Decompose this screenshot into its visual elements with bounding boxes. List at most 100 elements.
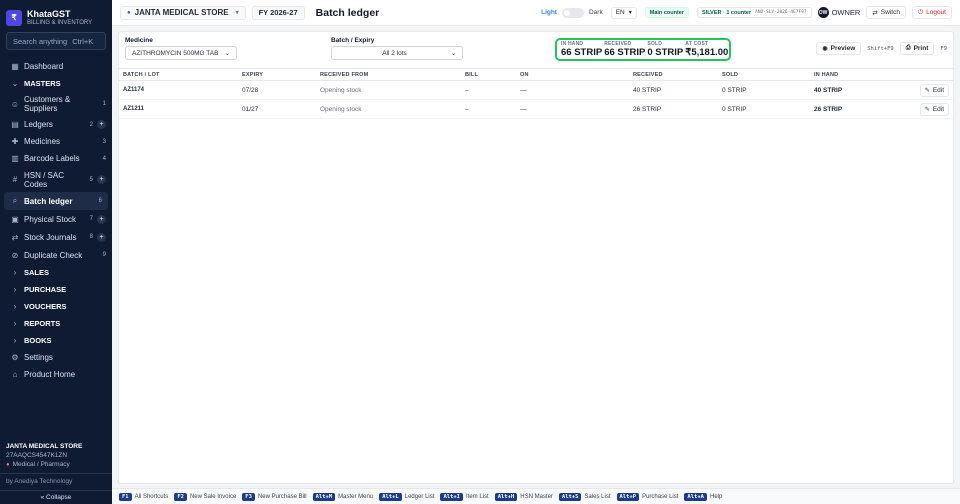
sidebar-item-label: Ledgers	[24, 120, 53, 129]
add-icon[interactable]: +	[97, 175, 106, 184]
edit-button[interactable]: ✎ Edit	[919, 102, 949, 116]
shortcut-ledger-list[interactable]: Alt+L Ledger List	[379, 492, 435, 501]
summary-value: 66 STRIP	[604, 47, 646, 58]
shortcut-new-purchase-bill[interactable]: F3 New Purchase Bill	[242, 492, 307, 501]
add-icon[interactable]: +	[97, 120, 106, 129]
shortcut-purchase-list[interactable]: Alt+P Purchase List	[616, 492, 679, 501]
search-input[interactable]: Search anything Ctrl+K	[6, 32, 106, 50]
page-title: Batch ledger	[315, 6, 380, 19]
on-cell: —	[516, 99, 629, 119]
add-icon[interactable]: +	[97, 214, 106, 224]
shortcut-sales-list[interactable]: Alt+S Sales List	[558, 492, 611, 501]
shortcut-label: Purchase List	[642, 493, 679, 500]
brand[interactable]: ₹ KhataGST BILLING & INVENTORY	[0, 0, 112, 28]
sidebar-item-medicines[interactable]: ✚ Medicines 3	[0, 133, 112, 150]
fy-selector[interactable]: FY 2026-27	[251, 5, 305, 20]
preview-button[interactable]: ◉ Preview	[816, 42, 862, 55]
sidebar: ₹ KhataGST BILLING & INVENTORY Search an…	[0, 0, 112, 504]
summary-value: 0 STRIP	[647, 47, 684, 58]
switch-label: Switch	[880, 9, 900, 16]
sidebar-item-label: Duplicate Check	[24, 250, 83, 260]
sidebar-item-label: MASTERS	[24, 79, 61, 88]
shortcut-all-shortcuts[interactable]: F1 All Shortcuts	[119, 492, 168, 501]
sidebar-section-vouchers[interactable]: › VOUCHERS	[0, 298, 112, 315]
bill-cell: –	[461, 99, 516, 119]
duplicate-check-icon: ⊘	[11, 250, 19, 260]
sidebar-item-physical-stock[interactable]: ▣ Physical Stock 7 +	[0, 210, 112, 228]
shortcut-hsn-master[interactable]: Alt+H HSN Master	[494, 492, 553, 501]
batch-ledger-panel: Medicine AZITHROMYCIN 500MG TAB ⌄ Batch …	[118, 31, 954, 484]
action-cell: ✎ Edit	[914, 99, 953, 119]
printer-icon: ⎙	[905, 45, 911, 51]
col-sold: SOLD	[718, 68, 810, 81]
sidebar-section-purchase[interactable]: › PURCHASE	[0, 281, 112, 298]
theme-dark-label: Dark	[588, 9, 603, 16]
theme-light-label: Light	[541, 9, 557, 16]
col-batch: BATCH / LOT	[119, 68, 238, 81]
user-name: OWNER	[831, 8, 861, 17]
settings-icon: ⚙	[11, 353, 19, 362]
store-type-label: Medical / Pharmacy	[12, 461, 70, 468]
shortcut-item-list[interactable]: Alt+I Item List	[440, 492, 489, 501]
sidebar-item-product-home[interactable]: ⌂ Product Home	[0, 366, 112, 383]
vendor-credit: by Anediya Technology	[6, 478, 73, 485]
received-from-cell: Opening stock	[316, 80, 461, 100]
sidebar-item-label: Settings	[24, 353, 53, 362]
sidebar-section-masters[interactable]: ⌄ MASTERS	[0, 75, 112, 92]
language-selector[interactable]: EN ▾	[610, 6, 637, 19]
add-icon[interactable]: +	[97, 232, 106, 242]
shortcut-new-sale-invoice[interactable]: F2 New Sale Invoice	[174, 492, 237, 501]
collapse-button[interactable]: « Collapse	[0, 490, 112, 504]
shortcut-label: New Sale Invoice	[189, 493, 237, 500]
logout-button[interactable]: ⏻ Logout	[911, 6, 952, 19]
sidebar-section-reports[interactable]: › REPORTS	[0, 315, 112, 332]
shortcut-label: Ledger List	[404, 493, 435, 500]
batch-value: All 2 lots	[382, 49, 407, 57]
medicine-select[interactable]: AZITHROMYCIN 500MG TAB ⌄	[125, 46, 237, 60]
print-button[interactable]: ⎙ Print	[899, 42, 935, 55]
edit-button[interactable]: ✎ Edit	[919, 83, 949, 97]
sidebar-section-books[interactable]: › BOOKS	[0, 332, 112, 349]
physical-stock-icon: ▣	[11, 214, 19, 224]
sidebar-item-barcode-labels[interactable]: ▥ Barcode Labels 4	[0, 150, 112, 167]
sidebar-item-stock-journals[interactable]: ⇄ Stock Journals 8 +	[0, 228, 112, 246]
table-row: AZ1174 07/28 Opening stock – —40 STRIP 0 STRI…	[119, 80, 953, 100]
store-type: ● Medical / Pharmacy	[0, 459, 112, 468]
sidebar-item-label: SALES	[24, 268, 50, 277]
sold-cell: 0 STRIP	[718, 99, 810, 119]
sidebar-item-dashboard[interactable]: ▦ Dashboard	[0, 58, 112, 75]
sidebar-item-settings[interactable]: ⚙ Settings	[0, 349, 112, 366]
shortcut-label: Help	[709, 493, 723, 500]
store-name: JANTA MEDICAL STORE	[6, 443, 83, 450]
received-cell: 40 STRIP	[629, 80, 718, 100]
sidebar-item-shortcut: 2	[89, 121, 93, 128]
sidebar-item-batch-ledger[interactable]: ⌕ Batch ledger 6	[4, 192, 108, 210]
shortcut-key: F2	[174, 492, 187, 501]
user-menu[interactable]: OW OWNER	[817, 7, 861, 18]
sidebar-item-hsn-sac-codes[interactable]: # HSN / SAC Codes 5 +	[0, 167, 112, 192]
bill-cell: –	[461, 80, 516, 100]
switch-button[interactable]: ⇄ Switch	[866, 6, 906, 19]
store-gstin: 27AAQCS4547K1ZN	[6, 452, 68, 459]
store-selector[interactable]: ● JANTA MEDICAL STORE ▾	[120, 5, 246, 20]
stock-journals-icon: ⇄	[11, 232, 19, 242]
col-in-hand: IN HAND	[810, 68, 914, 81]
sidebar-item-ledgers[interactable]: ▤ Ledgers 2 +	[0, 116, 112, 133]
chevron-down-icon: ▾	[235, 10, 239, 16]
theme-toggle[interactable]	[561, 7, 584, 18]
shortcut-help[interactable]: Alt+A Help	[684, 492, 723, 501]
received-cell: 26 STRIP	[629, 99, 718, 119]
batch-select[interactable]: All 2 lots ⌄	[331, 46, 463, 60]
sidebar-item-shortcut: 8	[89, 234, 93, 240]
action-cell: ✎ Edit	[914, 80, 953, 100]
batch-label: Batch / Expiry	[331, 37, 375, 44]
sidebar-item-customers-suppliers[interactable]: ☺ Customers & Suppliers 1	[0, 92, 112, 116]
sidebar-item-label: Stock Journals	[24, 232, 77, 242]
shortcut-master-menu[interactable]: Alt+M Master Menu	[312, 492, 373, 501]
pill-icon: ●	[6, 461, 10, 468]
sidebar-item-duplicate-check[interactable]: ⊘ Duplicate Check 9	[0, 246, 112, 264]
sidebar-section-sales[interactable]: › SALES	[0, 264, 112, 281]
col-bill: BILL	[461, 68, 516, 81]
customers-suppliers-icon: ☺	[10, 99, 20, 109]
hsn-sac-codes-icon: #	[12, 175, 18, 184]
